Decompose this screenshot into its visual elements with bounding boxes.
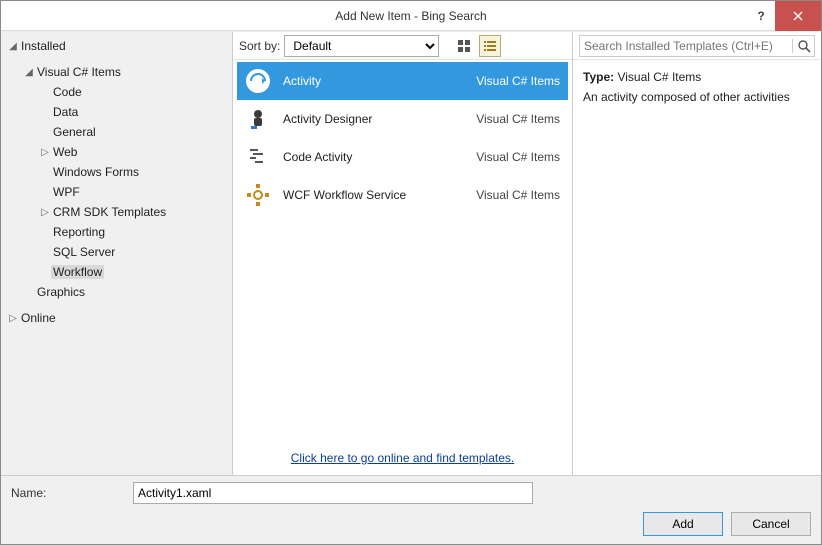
window-title: Add New Item - Bing Search [335, 9, 486, 23]
toolbar: Sort by: Default [233, 32, 572, 60]
sortby-select[interactable]: Default [284, 35, 439, 57]
name-input[interactable] [133, 482, 533, 504]
tree-workflow[interactable]: Workflow [1, 262, 232, 282]
template-item-wcf-workflow-service[interactable]: WCF Workflow Service Visual C# Items [237, 176, 568, 214]
search-input[interactable] [580, 39, 792, 53]
wcf-workflow-icon [245, 182, 271, 208]
activity-icon [245, 68, 271, 94]
template-item-lang: Visual C# Items [450, 112, 560, 126]
template-item-label: Code Activity [283, 150, 450, 164]
tree-sql-server[interactable]: SQL Server [1, 242, 232, 262]
view-medium-icons-button[interactable] [453, 35, 475, 57]
tree-reporting[interactable]: Reporting [1, 222, 232, 242]
tree-data[interactable]: Data [1, 102, 232, 122]
tree-installed[interactable]: ◢Installed [1, 36, 232, 56]
tree-code[interactable]: Code [1, 82, 232, 102]
title-bar: Add New Item - Bing Search ? [1, 1, 821, 31]
template-item-activity[interactable]: Activity Visual C# Items [237, 62, 568, 100]
tree-crm-sdk-templates[interactable]: ▷CRM SDK Templates [1, 202, 232, 222]
tree-graphics[interactable]: Graphics [1, 282, 232, 302]
type-label: Type: [583, 70, 614, 84]
close-button[interactable] [775, 1, 821, 31]
online-templates-link[interactable]: Click here to go online and find templat… [291, 451, 514, 465]
close-icon [793, 11, 803, 21]
template-item-label: Activity [283, 74, 450, 88]
template-item-label: Activity Designer [283, 112, 450, 126]
tree-wpf[interactable]: WPF [1, 182, 232, 202]
sortby-label: Sort by: [239, 39, 280, 53]
list-icon [483, 39, 497, 53]
template-item-lang: Visual C# Items [450, 74, 560, 88]
template-list[interactable]: Activity Visual C# Items Activity Design… [233, 60, 572, 443]
tree-visual-csharp-items[interactable]: ◢Visual C# Items [1, 62, 232, 82]
add-button[interactable]: Add [643, 512, 723, 536]
template-item-label: WCF Workflow Service [283, 188, 450, 202]
help-button[interactable]: ? [747, 1, 775, 31]
name-label: Name: [11, 486, 121, 500]
template-item-code-activity[interactable]: Code Activity Visual C# Items [237, 138, 568, 176]
grid-icon [457, 39, 471, 53]
activity-designer-icon [245, 106, 271, 132]
template-item-lang: Visual C# Items [450, 188, 560, 202]
tree-windows-forms[interactable]: Windows Forms [1, 162, 232, 182]
tree-online[interactable]: ▷Online [1, 308, 232, 328]
template-item-lang: Visual C# Items [450, 150, 560, 164]
category-tree[interactable]: ◢Installed ◢Visual C# Items Code Data Ge… [1, 32, 233, 475]
description-text: An activity composed of other activities [583, 90, 811, 104]
code-activity-icon [245, 144, 271, 170]
search-icon [797, 39, 811, 53]
tree-web[interactable]: ▷Web [1, 142, 232, 162]
cancel-button[interactable]: Cancel [731, 512, 811, 536]
tree-general[interactable]: General [1, 122, 232, 142]
details-pane: Type: Visual C# Items An activity compos… [573, 60, 821, 114]
search-button[interactable] [792, 39, 814, 53]
type-value: Visual C# Items [617, 70, 701, 84]
template-item-activity-designer[interactable]: Activity Designer Visual C# Items [237, 100, 568, 138]
view-list-button[interactable] [479, 35, 501, 57]
